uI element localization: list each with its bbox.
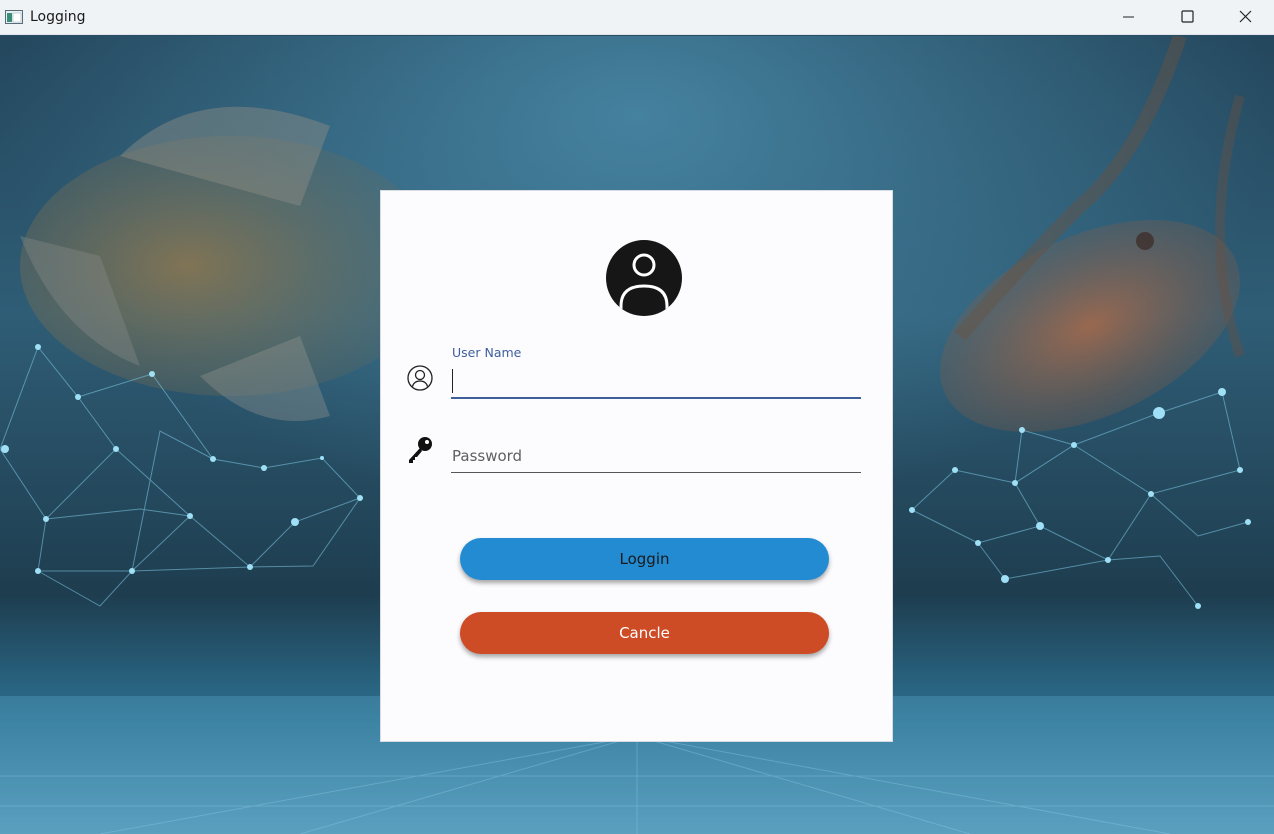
close-icon — [1239, 8, 1252, 27]
window-title-bar: Logging — [0, 0, 1274, 35]
window-title: Logging — [30, 9, 86, 25]
maximize-button[interactable] — [1158, 0, 1216, 35]
key-icon — [405, 435, 435, 465]
minimize-button[interactable] — [1100, 0, 1158, 35]
close-button[interactable] — [1216, 0, 1274, 35]
cancel-button[interactable]: Cancle — [460, 612, 829, 654]
app-window-icon — [5, 10, 23, 24]
minimize-icon — [1123, 8, 1135, 27]
login-card: User Name Loggin Cancle — [380, 190, 893, 742]
username-input[interactable] — [451, 365, 861, 399]
window-controls — [1100, 0, 1274, 35]
user-circle-icon — [405, 363, 435, 393]
user-avatar-icon — [596, 235, 691, 320]
login-button[interactable]: Loggin — [460, 538, 829, 580]
maximize-icon — [1180, 8, 1194, 27]
text-caret — [452, 369, 453, 393]
password-input[interactable] — [451, 439, 861, 473]
username-label: User Name — [452, 345, 522, 360]
